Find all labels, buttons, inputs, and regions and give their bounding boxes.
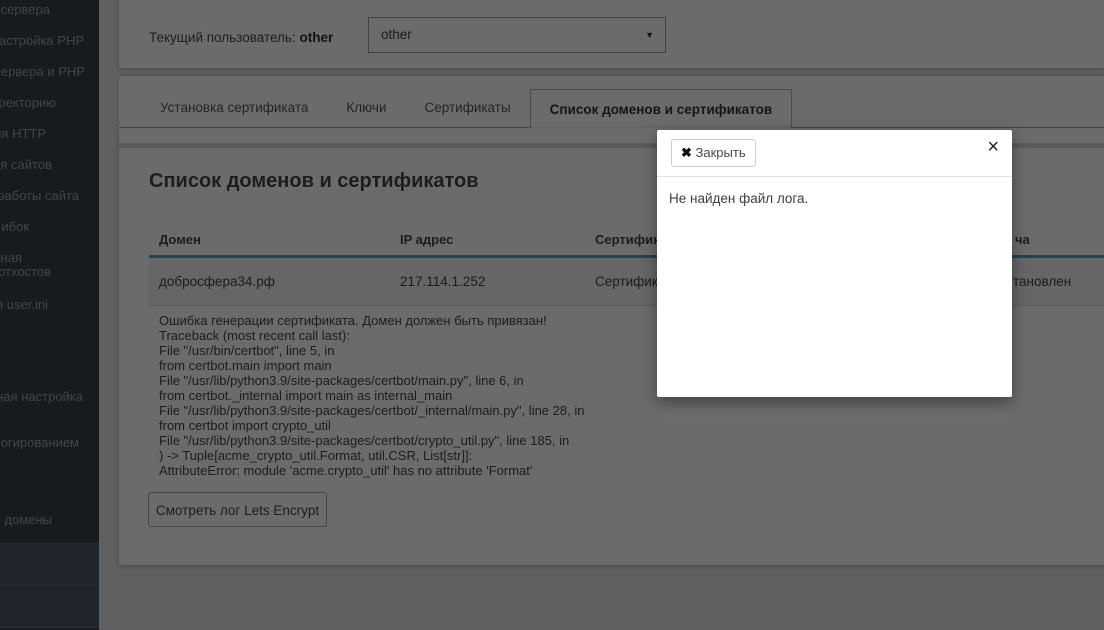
close-x-icon: ✖: [681, 145, 692, 160]
modal-header: ✖ Закрыть ×: [657, 130, 1012, 177]
close-icon[interactable]: ×: [987, 137, 999, 157]
screen: бсервера астройка PHP сервера и PHP рект…: [0, 0, 1104, 630]
modal-body: Не найден файл лога.: [657, 177, 1012, 220]
modal-close-button[interactable]: ✖ Закрыть: [671, 139, 756, 167]
modal-close-button-label: Закрыть: [696, 145, 746, 160]
modal-message: Не найден файл лога.: [669, 191, 808, 206]
log-modal: ✖ Закрыть × Не найден файл лога.: [657, 130, 1012, 397]
